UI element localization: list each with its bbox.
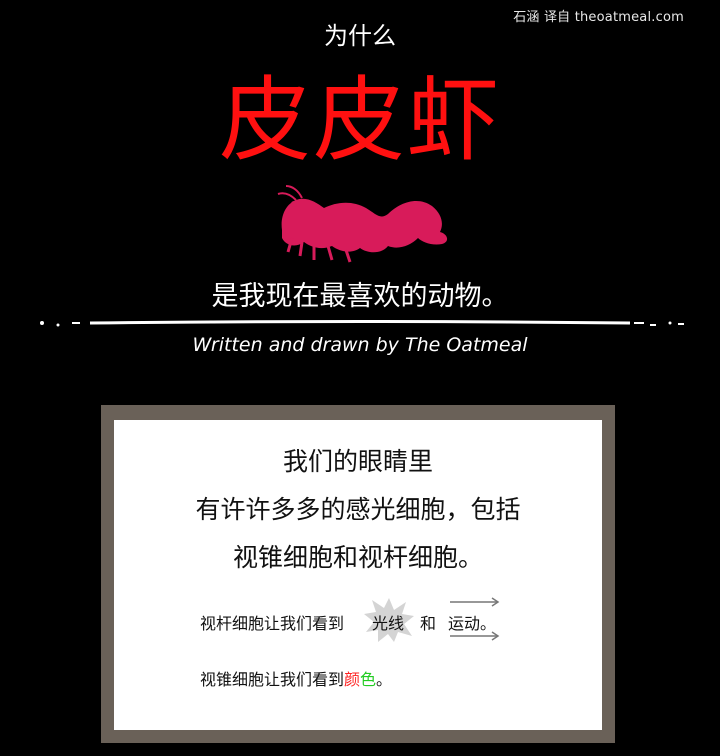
and-word: 和 <box>420 614 437 633</box>
divider-rule <box>40 320 684 327</box>
byline: Written and drawn by The Oatmeal <box>192 334 528 356</box>
rods-text: 视杆细胞让我们看到 <box>200 614 345 633</box>
cones-suffix: 。 <box>376 670 393 689</box>
page-title: 皮皮虾 <box>218 67 501 174</box>
cones-prefix: 视锥细胞让我们看到 <box>200 670 345 689</box>
comic-panel: 我们的眼睛里 有许许多多的感光细胞，包括 视锥细胞和视杆细胞。 视杆细胞让我们看… <box>114 420 602 730</box>
panel-line-3: 视锥细胞和视杆细胞。 <box>232 543 483 572</box>
motion-word: 运动。 <box>448 614 497 633</box>
color-word-green: 色 <box>360 670 377 689</box>
light-word: 光线 <box>372 614 405 633</box>
cones-text: 视锥细胞让我们看到颜色。 <box>200 666 392 690</box>
heading-why: 为什么 <box>324 22 396 50</box>
panel-line-1: 我们的眼睛里 <box>282 447 433 476</box>
color-word-red: 颜 <box>344 670 361 689</box>
mantis-shrimp-icon <box>277 185 448 263</box>
tagline: 是我现在最喜欢的动物。 <box>211 281 509 312</box>
panel-line-2: 有许许多多的感光细胞，包括 <box>195 495 521 524</box>
